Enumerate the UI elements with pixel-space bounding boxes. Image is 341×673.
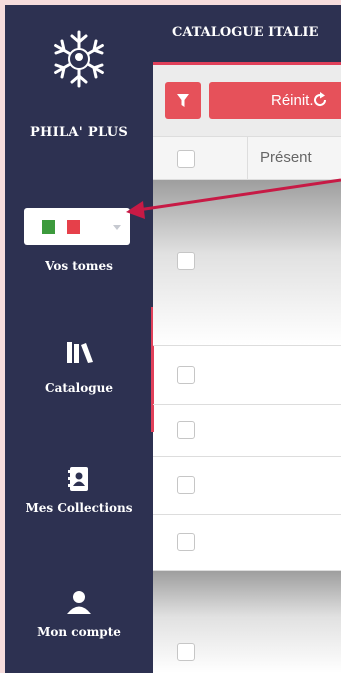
annotation-arrow-icon bbox=[126, 178, 341, 219]
